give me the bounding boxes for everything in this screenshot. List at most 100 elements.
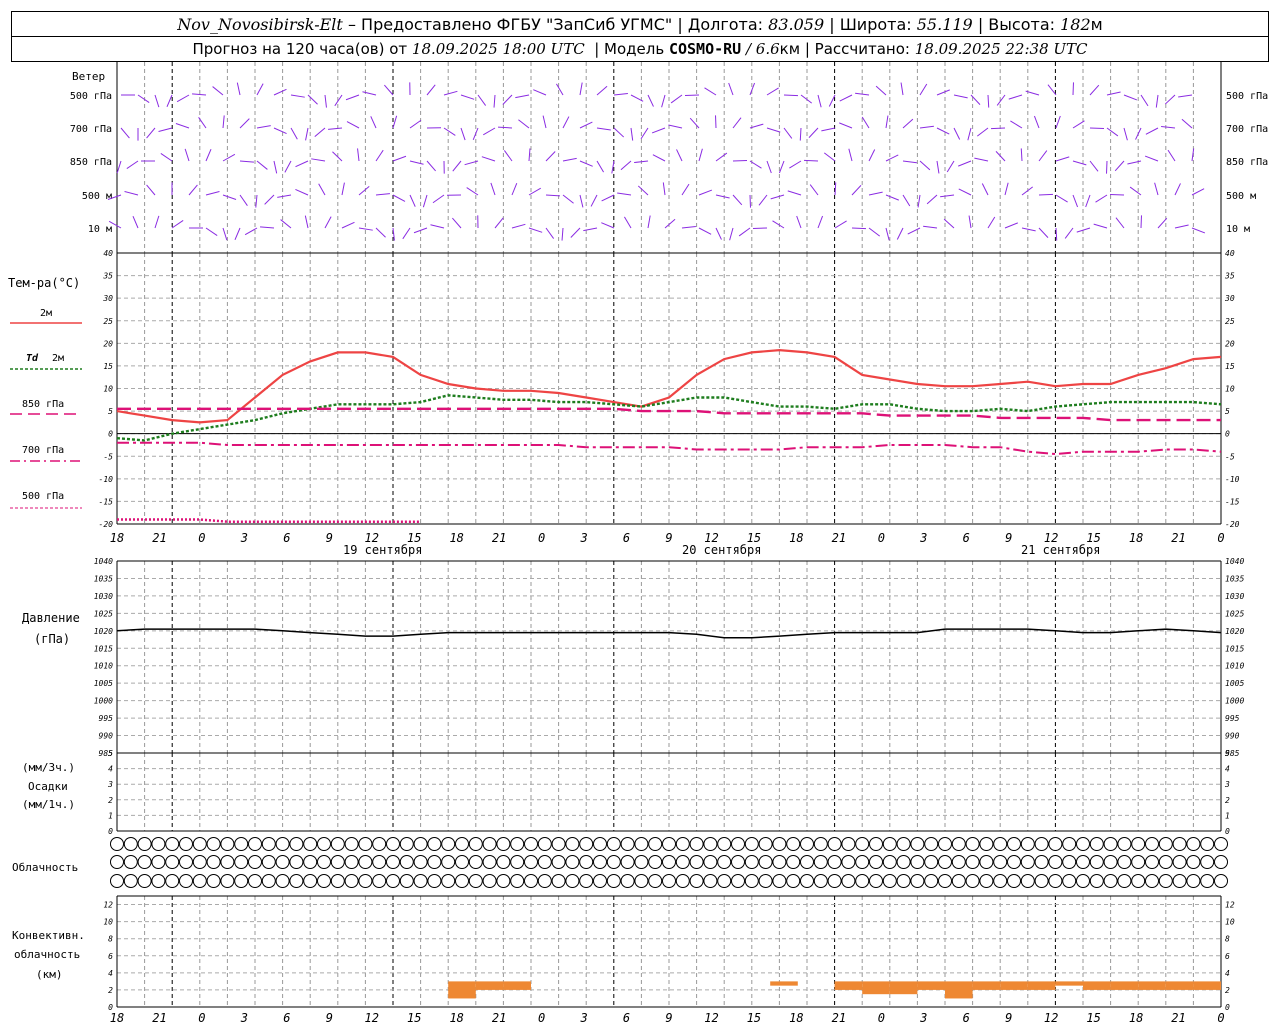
cloud-cover-circle	[1007, 837, 1021, 851]
precip-tick-left: 1	[108, 811, 113, 820]
wind-barb	[1154, 182, 1159, 196]
x-tick-label: 21	[152, 531, 166, 545]
x-tick-label: 21	[1171, 1011, 1185, 1024]
wind-barb	[1020, 148, 1023, 162]
wind-barb	[273, 160, 278, 174]
wind-barb	[885, 194, 899, 201]
temp-tick-left: -10	[99, 475, 114, 484]
wind-barb	[681, 183, 690, 196]
cloud-cover-circle	[330, 855, 345, 869]
wind-barb	[375, 193, 390, 196]
wind-barb	[430, 224, 445, 229]
wind-barb	[640, 127, 649, 140]
wind-barb	[284, 160, 292, 173]
cloud-cover-circle	[510, 837, 525, 851]
wind-barb	[409, 194, 416, 207]
cloud-cover-circle	[206, 837, 221, 851]
conv-tick-left: 2	[108, 986, 113, 995]
cloud-cover-circle	[110, 874, 124, 888]
wind-barb	[493, 94, 496, 108]
wind-barb	[443, 127, 456, 136]
wind-barb	[357, 148, 360, 162]
wind-barb	[239, 118, 250, 129]
wind-barb	[681, 225, 696, 229]
precip-title: Осадки	[28, 780, 68, 793]
cloud-cover-circle	[496, 874, 511, 888]
cloud-cover-circle	[1089, 855, 1104, 869]
cloud-cover-circle	[662, 855, 676, 869]
t700-legend-label: 700 гПа	[22, 445, 64, 456]
temp-tick-right: 0	[1225, 430, 1230, 439]
wind-barb	[698, 189, 713, 196]
cloud-cover-circle	[689, 837, 704, 851]
wind-barb	[799, 127, 802, 141]
cloud-cover-circle	[634, 855, 649, 869]
cloud-cover-circle	[1214, 874, 1228, 888]
wind-barb	[968, 215, 972, 229]
cloud-cover-circle	[165, 855, 180, 869]
cloud-cover-circle	[303, 837, 318, 851]
conv-tick-left: 10	[103, 918, 113, 927]
cloud-cover-circle	[827, 874, 842, 888]
cloud-cover-circle	[772, 837, 787, 851]
x-tick-label: 12	[704, 1011, 718, 1024]
wind-barb	[670, 94, 683, 104]
conv-cloud-bar	[1083, 981, 1111, 990]
wind-barb	[613, 127, 625, 138]
wind-barb	[783, 94, 799, 97]
x-tick-label: 0	[1217, 1011, 1224, 1024]
cloud-cover-circle	[358, 855, 373, 869]
wind-barb	[307, 94, 318, 105]
pressure-tick-right: 995	[1225, 714, 1240, 723]
conv-cloud-bar	[862, 981, 890, 995]
wind-barb	[902, 160, 917, 164]
wind-barb	[460, 94, 475, 100]
cloud-cover-circle	[192, 837, 207, 851]
conv-cloud-bar	[1027, 981, 1056, 990]
wind-barb	[290, 127, 298, 140]
wind-barb	[362, 91, 377, 96]
cloud-cover-circle	[744, 874, 759, 888]
wind-barb	[328, 127, 343, 130]
cloud-cover-circle	[993, 855, 1008, 869]
temp-tick-right: 20	[1225, 339, 1235, 348]
cloud-cover-circle	[1089, 874, 1104, 888]
wind-barb	[698, 148, 703, 162]
cloud-cover-circle	[910, 855, 925, 869]
cloud-cover-circle	[1062, 837, 1077, 851]
x-tick-label: 3	[579, 1011, 587, 1024]
x-tick-label: 9	[665, 1011, 672, 1024]
wind-barb	[923, 225, 938, 229]
wind-barb	[868, 149, 876, 162]
precip-tick-right: 3	[1224, 780, 1230, 789]
wind-barb	[503, 150, 513, 162]
x-tick-label: 0	[538, 1011, 545, 1024]
wind-barb	[579, 82, 583, 96]
pressure-tick-left: 1025	[94, 609, 113, 618]
wind-title: Ветер	[72, 70, 105, 83]
wind-barb	[1055, 156, 1070, 162]
cloud-cover-circle	[192, 855, 207, 869]
cloud-cover-circle	[1034, 855, 1049, 869]
cloud-cover-circle	[482, 837, 497, 851]
cloud-cover-circle	[206, 855, 221, 869]
wind-barb	[1191, 227, 1206, 234]
meteogram-chart: Ветер Тем-ра(°С) 2м Td 2м 850 гПа 700 гП…	[8, 62, 1268, 1024]
cloud-cover-circle	[717, 855, 732, 869]
wind-barb	[160, 153, 173, 162]
x-tick-label: 15	[747, 531, 761, 545]
cloud-cover-circle	[634, 874, 649, 888]
wind-level-right: 700 гПа	[1226, 124, 1268, 135]
conv-cloud-bar	[1193, 981, 1221, 990]
wind-barb	[704, 87, 717, 96]
wind-barb	[758, 194, 768, 206]
wind-barb	[273, 88, 287, 96]
wind-barb	[236, 82, 241, 96]
wind-barb	[1144, 155, 1159, 162]
cloud-cover-circle	[110, 855, 124, 869]
cloud-title: Облачность	[12, 861, 78, 874]
wind-barb	[171, 220, 184, 229]
wind-barb	[511, 223, 526, 229]
wind-level-left: 10 м	[88, 224, 112, 235]
cloud-cover-circle	[951, 855, 966, 869]
